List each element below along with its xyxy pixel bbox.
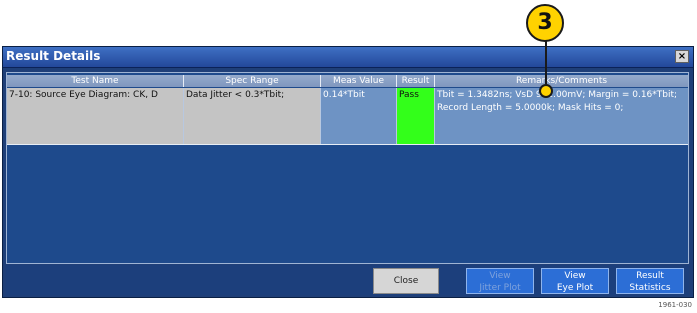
row-divider	[7, 144, 688, 145]
result-stats-label-1: Result	[636, 271, 664, 281]
view-jitter-label-1: View	[489, 271, 511, 281]
callout-number-badge: 3	[526, 4, 564, 42]
window-title: Result Details	[6, 49, 101, 63]
column-header-remarks[interactable]: Remarks/Comments	[435, 75, 688, 87]
view-eye-label-1: View	[564, 271, 586, 281]
callout-leader-line	[545, 41, 547, 84]
button-bar: Close View Jitter Plot View Eye Plot Res…	[6, 265, 689, 295]
result-statistics-button[interactable]: Result Statistics	[616, 268, 684, 294]
close-window-icon[interactable]: ×	[675, 50, 689, 63]
close-button[interactable]: Close	[373, 268, 439, 294]
callout-pointer-dot	[539, 84, 553, 98]
result-stats-label-2: Statistics	[629, 283, 671, 293]
cell-result-pass: Pass	[397, 88, 435, 144]
results-table: Test Name Spec Range Meas Value Result R…	[6, 72, 689, 264]
column-header-test-name[interactable]: Test Name	[7, 75, 184, 87]
column-header-result[interactable]: Result	[397, 75, 435, 87]
column-header-spec-range[interactable]: Spec Range	[184, 75, 321, 87]
result-details-window: Result Details × Test Name Spec Range Me…	[2, 46, 694, 298]
view-eye-label-2: Eye Plot	[556, 283, 594, 293]
figure-id: 1961-030	[658, 301, 692, 309]
view-eye-plot-button[interactable]: View Eye Plot	[541, 268, 609, 294]
column-header-meas-value[interactable]: Meas Value	[321, 75, 397, 87]
cell-test-name: 7-10: Source Eye Diagram: CK, D	[7, 88, 184, 144]
view-jitter-label-2: Jitter Plot	[479, 283, 521, 293]
view-jitter-plot-button[interactable]: View Jitter Plot	[466, 268, 534, 294]
cell-meas-value: 0.14*Tbit	[321, 88, 397, 144]
cell-remarks: Tbit = 1.3482ns; VsD 952.00mV; Margin = …	[435, 88, 688, 144]
cell-spec-range: Data Jitter < 0.3*Tbit;	[184, 88, 321, 144]
title-bar: Result Details ×	[3, 47, 693, 68]
